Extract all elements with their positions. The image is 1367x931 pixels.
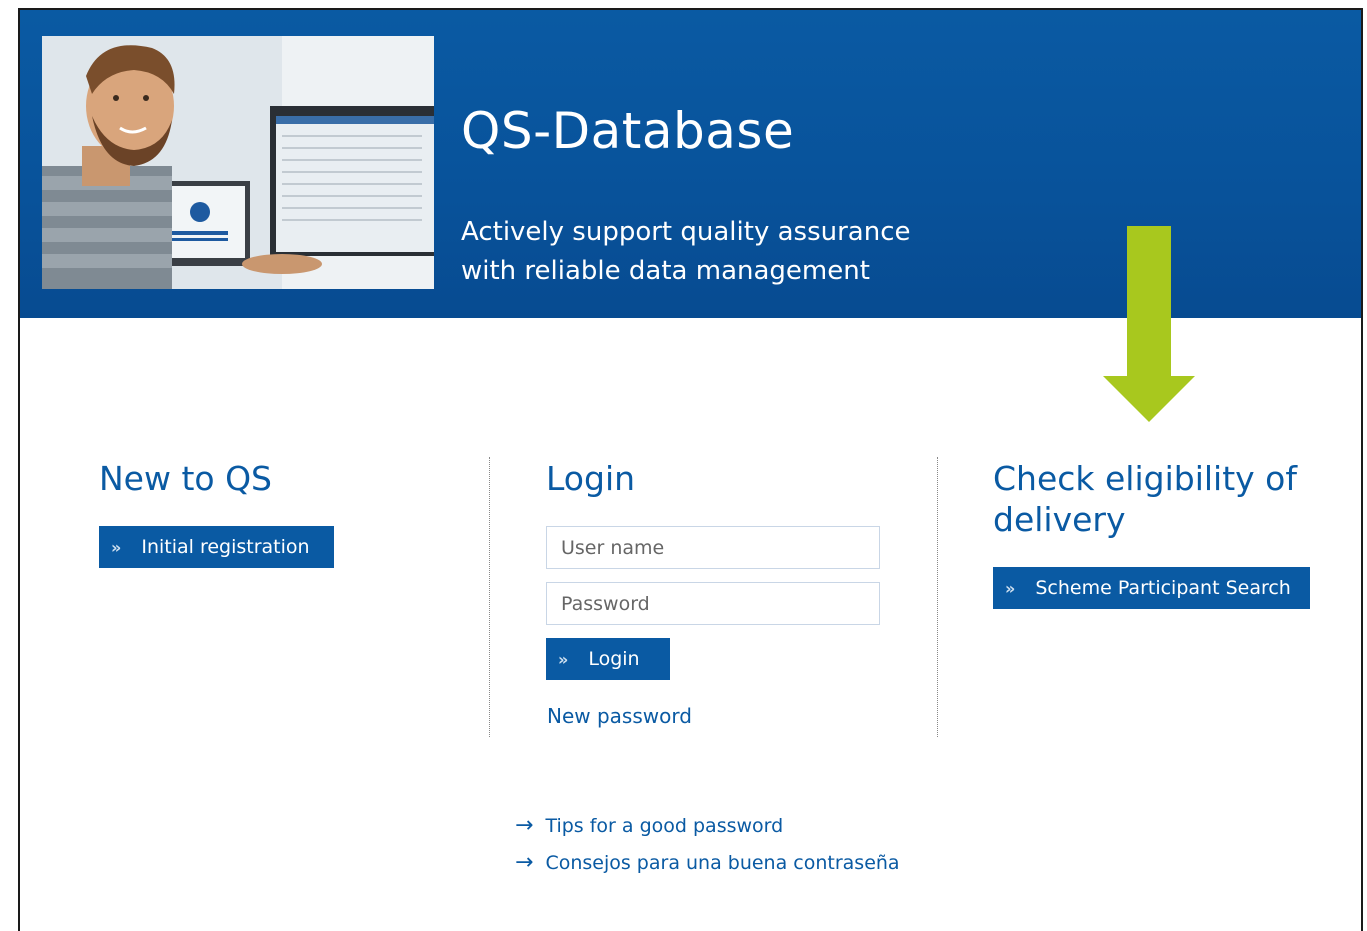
hero-subtitle: Actively support quality assurance with … xyxy=(461,213,981,291)
password-input[interactable] xyxy=(546,582,880,625)
hero-subtitle-line-2: with reliable data management xyxy=(461,256,870,286)
double-chevron-right-icon: » xyxy=(558,649,569,669)
column-divider-right xyxy=(937,457,938,737)
login-heading: Login xyxy=(546,459,636,498)
page-title: QS-Database xyxy=(461,102,795,160)
username-input[interactable] xyxy=(546,526,880,569)
login-button-label: Login xyxy=(588,648,640,670)
tips-link-english-label: Tips for a good password xyxy=(545,814,784,837)
new-password-link[interactable]: New password xyxy=(547,704,692,728)
arrow-right-icon: → xyxy=(515,850,534,875)
eligibility-heading-line-1: Check eligibility of xyxy=(993,459,1297,498)
scheme-participant-search-button[interactable]: » Scheme Participant Search xyxy=(993,567,1310,609)
arrow-right-icon: → xyxy=(515,813,534,838)
eligibility-heading: Check eligibility of delivery xyxy=(993,458,1333,540)
initial-registration-button[interactable]: » Initial registration xyxy=(99,526,334,568)
double-chevron-right-icon: » xyxy=(111,537,122,557)
double-chevron-right-icon: » xyxy=(1005,578,1016,598)
highlight-arrow-icon xyxy=(1103,226,1195,422)
login-button[interactable]: » Login xyxy=(546,638,670,680)
eligibility-heading-line-2: delivery xyxy=(993,500,1126,539)
initial-registration-label: Initial registration xyxy=(141,536,310,558)
tips-link-spanish[interactable]: → Consejos para una buena contraseña xyxy=(515,850,900,875)
hero-subtitle-line-1: Actively support quality assurance xyxy=(461,217,911,247)
page-frame: QS-Database Actively support quality ass… xyxy=(18,8,1363,931)
new-to-qs-heading: New to QS xyxy=(99,459,273,498)
tips-link-english[interactable]: → Tips for a good password xyxy=(515,813,783,838)
scheme-participant-search-label: Scheme Participant Search xyxy=(1035,577,1291,599)
column-divider-left xyxy=(489,457,490,737)
hero-photo xyxy=(42,36,434,289)
tips-link-spanish-label: Consejos para una buena contraseña xyxy=(545,851,900,874)
